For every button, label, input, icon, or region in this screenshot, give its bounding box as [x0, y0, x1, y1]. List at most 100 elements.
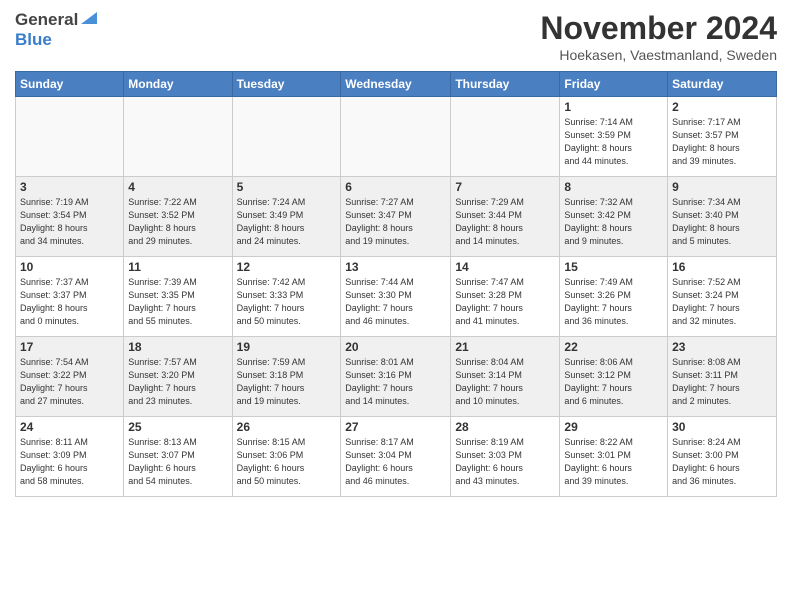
day-info: Sunrise: 8:04 AM Sunset: 3:14 PM Dayligh…	[455, 356, 555, 408]
calendar-cell: 12 Sunrise: 7:42 AM Sunset: 3:33 PM Dayli…	[232, 257, 341, 337]
calendar-header-friday: Friday	[560, 72, 668, 97]
day-info: Sunrise: 8:01 AM Sunset: 3:16 PM Dayligh…	[345, 356, 446, 408]
day-number: 7	[455, 180, 555, 194]
day-info: Sunrise: 7:52 AM Sunset: 3:24 PM Dayligh…	[672, 276, 772, 328]
calendar-cell: 7 Sunrise: 7:29 AM Sunset: 3:44 PM Daylig…	[451, 177, 560, 257]
day-number: 11	[128, 260, 227, 274]
calendar-header-thursday: Thursday	[451, 72, 560, 97]
calendar-cell	[124, 97, 232, 177]
calendar-cell: 24 Sunrise: 8:11 AM Sunset: 3:09 PM Dayli…	[16, 417, 124, 497]
day-info: Sunrise: 8:13 AM Sunset: 3:07 PM Dayligh…	[128, 436, 227, 488]
day-info: Sunrise: 7:47 AM Sunset: 3:28 PM Dayligh…	[455, 276, 555, 328]
day-number: 12	[237, 260, 337, 274]
day-number: 8	[564, 180, 663, 194]
subtitle: Hoekasen, Vaestmanland, Sweden	[540, 47, 777, 63]
calendar-cell: 25Sunrise: 8:13 AM Sunset: 3:07 PM Dayli…	[124, 417, 232, 497]
calendar-cell: 17 Sunrise: 7:54 AM Sunset: 3:22 PM Dayli…	[16, 337, 124, 417]
day-number: 18	[128, 340, 227, 354]
day-number: 30	[672, 420, 772, 434]
day-info: Sunrise: 7:24 AM Sunset: 3:49 PM Dayligh…	[237, 196, 337, 248]
day-number: 16	[672, 260, 772, 274]
logo-triangle-icon	[80, 11, 98, 30]
day-info: Sunrise: 8:15 AM Sunset: 3:06 PM Dayligh…	[237, 436, 337, 488]
page: General Blue November 2024 Hoekasen, Vae…	[0, 0, 792, 612]
calendar-week-2: 3 Sunrise: 7:19 AM Sunset: 3:54 PM Daylig…	[16, 177, 777, 257]
day-number: 17	[20, 340, 119, 354]
calendar-cell: 2 Sunrise: 7:17 AM Sunset: 3:57 PM Daylig…	[668, 97, 777, 177]
day-info: Sunrise: 7:44 AM Sunset: 3:30 PM Dayligh…	[345, 276, 446, 328]
day-info: Sunrise: 7:22 AM Sunset: 3:52 PM Dayligh…	[128, 196, 227, 248]
calendar-week-3: 10 Sunrise: 7:37 AM Sunset: 3:37 PM Dayli…	[16, 257, 777, 337]
calendar-cell: 11 Sunrise: 7:39 AM Sunset: 3:35 PM Dayli…	[124, 257, 232, 337]
day-number: 24	[20, 420, 119, 434]
calendar-header-sunday: Sunday	[16, 72, 124, 97]
day-number: 9	[672, 180, 772, 194]
day-info: Sunrise: 7:57 AM Sunset: 3:20 PM Dayligh…	[128, 356, 227, 408]
header: General Blue November 2024 Hoekasen, Vae…	[15, 10, 777, 63]
day-number: 15	[564, 260, 663, 274]
day-info: Sunrise: 8:11 AM Sunset: 3:09 PM Dayligh…	[20, 436, 119, 488]
day-number: 21	[455, 340, 555, 354]
day-info: Sunrise: 7:19 AM Sunset: 3:54 PM Dayligh…	[20, 196, 119, 248]
logo-blue-line: Blue	[15, 30, 98, 50]
day-info: Sunrise: 8:06 AM Sunset: 3:12 PM Dayligh…	[564, 356, 663, 408]
calendar-table: SundayMondayTuesdayWednesdayThursdayFrid…	[15, 71, 777, 497]
calendar-cell: 29Sunrise: 8:22 AM Sunset: 3:01 PM Dayli…	[560, 417, 668, 497]
day-info: Sunrise: 7:29 AM Sunset: 3:44 PM Dayligh…	[455, 196, 555, 248]
day-number: 4	[128, 180, 227, 194]
day-number: 23	[672, 340, 772, 354]
calendar-cell: 15 Sunrise: 7:49 AM Sunset: 3:26 PM Dayli…	[560, 257, 668, 337]
calendar-cell: 26 Sunrise: 8:15 AM Sunset: 3:06 PM Dayli…	[232, 417, 341, 497]
logo-line1: General	[15, 10, 98, 30]
day-info: Sunrise: 7:32 AM Sunset: 3:42 PM Dayligh…	[564, 196, 663, 248]
day-info: Sunrise: 7:49 AM Sunset: 3:26 PM Dayligh…	[564, 276, 663, 328]
calendar-cell: 8 Sunrise: 7:32 AM Sunset: 3:42 PM Daylig…	[560, 177, 668, 257]
calendar-header-tuesday: Tuesday	[232, 72, 341, 97]
day-info: Sunrise: 7:14 AM Sunset: 3:59 PM Dayligh…	[564, 116, 663, 168]
day-info: Sunrise: 7:27 AM Sunset: 3:47 PM Dayligh…	[345, 196, 446, 248]
day-number: 22	[564, 340, 663, 354]
calendar-cell: 1 Sunrise: 7:14 AM Sunset: 3:59 PM Daylig…	[560, 97, 668, 177]
calendar-week-4: 17 Sunrise: 7:54 AM Sunset: 3:22 PM Dayli…	[16, 337, 777, 417]
day-number: 10	[20, 260, 119, 274]
calendar-cell: 9 Sunrise: 7:34 AM Sunset: 3:40 PM Daylig…	[668, 177, 777, 257]
day-number: 13	[345, 260, 446, 274]
calendar-cell: 28Sunrise: 8:19 AM Sunset: 3:03 PM Dayli…	[451, 417, 560, 497]
calendar-header-wednesday: Wednesday	[341, 72, 451, 97]
calendar-header-row: SundayMondayTuesdayWednesdayThursdayFrid…	[16, 72, 777, 97]
day-number: 26	[237, 420, 337, 434]
day-number: 20	[345, 340, 446, 354]
calendar-cell: 20 Sunrise: 8:01 AM Sunset: 3:16 PM Dayli…	[341, 337, 451, 417]
day-number: 1	[564, 100, 663, 114]
day-info: Sunrise: 8:08 AM Sunset: 3:11 PM Dayligh…	[672, 356, 772, 408]
title-area: November 2024 Hoekasen, Vaestmanland, Sw…	[540, 10, 777, 63]
day-number: 27	[345, 420, 446, 434]
day-info: Sunrise: 7:54 AM Sunset: 3:22 PM Dayligh…	[20, 356, 119, 408]
day-info: Sunrise: 8:24 AM Sunset: 3:00 PM Dayligh…	[672, 436, 772, 488]
calendar-cell: 22 Sunrise: 8:06 AM Sunset: 3:12 PM Dayli…	[560, 337, 668, 417]
day-info: Sunrise: 7:42 AM Sunset: 3:33 PM Dayligh…	[237, 276, 337, 328]
calendar-header-monday: Monday	[124, 72, 232, 97]
main-title: November 2024	[540, 10, 777, 47]
day-number: 2	[672, 100, 772, 114]
calendar-cell: 27Sunrise: 8:17 AM Sunset: 3:04 PM Dayli…	[341, 417, 451, 497]
day-number: 5	[237, 180, 337, 194]
calendar-cell: 23 Sunrise: 8:08 AM Sunset: 3:11 PM Dayli…	[668, 337, 777, 417]
day-info: Sunrise: 7:34 AM Sunset: 3:40 PM Dayligh…	[672, 196, 772, 248]
calendar-cell: 13 Sunrise: 7:44 AM Sunset: 3:30 PM Dayli…	[341, 257, 451, 337]
calendar-cell: 5 Sunrise: 7:24 AM Sunset: 3:49 PM Daylig…	[232, 177, 341, 257]
calendar-header-saturday: Saturday	[668, 72, 777, 97]
day-number: 28	[455, 420, 555, 434]
calendar-cell: 16 Sunrise: 7:52 AM Sunset: 3:24 PM Dayli…	[668, 257, 777, 337]
day-info: Sunrise: 8:22 AM Sunset: 3:01 PM Dayligh…	[564, 436, 663, 488]
calendar-week-5: 24 Sunrise: 8:11 AM Sunset: 3:09 PM Dayli…	[16, 417, 777, 497]
day-info: Sunrise: 7:37 AM Sunset: 3:37 PM Dayligh…	[20, 276, 119, 328]
day-number: 19	[237, 340, 337, 354]
calendar-cell: 6Sunrise: 7:27 AM Sunset: 3:47 PM Daylig…	[341, 177, 451, 257]
calendar-cell	[341, 97, 451, 177]
calendar-cell: 18 Sunrise: 7:57 AM Sunset: 3:20 PM Dayli…	[124, 337, 232, 417]
logo-general-text: General	[15, 10, 78, 30]
day-info: Sunrise: 7:39 AM Sunset: 3:35 PM Dayligh…	[128, 276, 227, 328]
day-number: 3	[20, 180, 119, 194]
day-info: Sunrise: 7:17 AM Sunset: 3:57 PM Dayligh…	[672, 116, 772, 168]
